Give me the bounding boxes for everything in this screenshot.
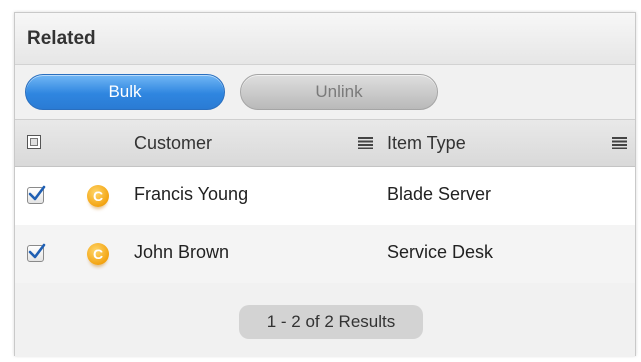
customer-badge-icon: C [87,243,109,265]
table-row[interactable]: C Francis Young Blade Server [15,167,635,225]
row-checkbox-checked-icon[interactable] [27,185,46,204]
column-header-item-type[interactable]: Item Type [387,133,466,154]
bulk-button[interactable]: Bulk [25,74,225,110]
panel-header: Related [15,13,635,65]
item-type-column-menu-icon[interactable] [612,137,627,149]
item-type-cell: Service Desk [387,242,494,262]
related-panel: Related Bulk Unlink Customer Item Type C… [14,12,636,357]
customer-badge-icon: C [87,185,109,207]
table-header: Customer Item Type [15,119,635,167]
item-type-cell: Blade Server [387,184,492,204]
column-header-customer[interactable]: Customer [134,133,212,154]
panel-title: Related [27,27,96,49]
results-pager: 1 - 2 of 2 Results [239,305,423,339]
table-footer: 1 - 2 of 2 Results [15,283,635,357]
row-checkbox-checked-icon[interactable] [27,243,46,262]
unlink-button[interactable]: Unlink [240,74,438,110]
customer-column-menu-icon[interactable] [358,137,373,149]
customer-cell: Francis Young [134,184,249,204]
customer-cell: John Brown [134,242,230,262]
select-all-checkbox-icon[interactable] [27,135,41,149]
toolbar: Bulk Unlink [15,65,635,119]
table-row[interactable]: C John Brown Service Desk [15,225,635,283]
